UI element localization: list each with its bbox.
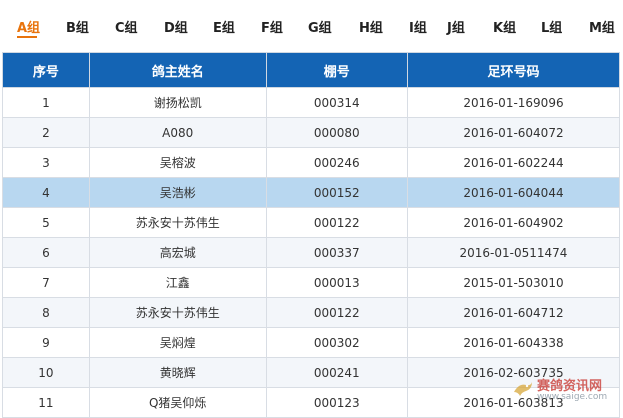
cell-ring-number: 2016-01-604902 xyxy=(406,207,621,238)
cell-ring-number: 2016-01-604044 xyxy=(406,177,621,208)
tab-k[interactable]: K组 xyxy=(493,17,516,36)
cell-index: 10 xyxy=(2,357,90,388)
cell-owner-name: Q猪吴仰烁 xyxy=(88,387,267,418)
cell-index: 4 xyxy=(2,177,90,208)
cell-owner-name: 吴浩彬 xyxy=(88,177,267,208)
cell-owner-name: 高宏城 xyxy=(88,237,267,268)
cell-loft-number: 000152 xyxy=(265,177,408,208)
cell-owner-name: 谢扬松凯 xyxy=(88,87,267,118)
tab-m[interactable]: M组 xyxy=(589,17,615,36)
tab-f[interactable]: F组 xyxy=(261,17,283,36)
tab-e[interactable]: E组 xyxy=(213,17,235,36)
cell-loft-number: 000123 xyxy=(265,387,408,418)
header-ring-number: 足环号码 xyxy=(406,52,621,88)
cell-owner-name: 江鑫 xyxy=(88,267,267,298)
table-row[interactable]: 6 高宏城 000337 2016-01-0511474 xyxy=(2,237,621,268)
cell-loft-number: 000246 xyxy=(265,147,408,178)
cell-loft-number: 000241 xyxy=(265,357,408,388)
cell-index: 8 xyxy=(2,297,90,328)
cell-index: 11 xyxy=(2,387,90,418)
cell-ring-number: 2016-01-603813 xyxy=(406,387,621,418)
cell-ring-number: 2016-01-604338 xyxy=(406,327,621,358)
header-owner-name: 鸽主姓名 xyxy=(88,52,267,88)
cell-owner-name: 苏永安十苏伟生 xyxy=(88,207,267,238)
table-row[interactable]: 1 谢扬松凯 000314 2016-01-169096 xyxy=(2,87,621,118)
table-row[interactable]: 7 江鑫 000013 2015-01-503010 xyxy=(2,267,621,298)
active-tab-underline xyxy=(17,36,37,38)
tab-c[interactable]: C组 xyxy=(115,17,138,36)
tab-g[interactable]: G组 xyxy=(308,17,332,36)
header-index: 序号 xyxy=(2,52,90,88)
cell-loft-number: 000302 xyxy=(265,327,408,358)
cell-loft-number: 000122 xyxy=(265,207,408,238)
cell-owner-name: 苏永安十苏伟生 xyxy=(88,297,267,328)
cell-ring-number: 2016-01-169096 xyxy=(406,87,621,118)
tab-d[interactable]: D组 xyxy=(164,17,188,36)
cell-index: 5 xyxy=(2,207,90,238)
header-loft-number: 棚号 xyxy=(265,52,408,88)
results-table: 序号 鸽主姓名 棚号 足环号码 1 谢扬松凯 000314 2016-01-16… xyxy=(2,52,621,418)
cell-index: 9 xyxy=(2,327,90,358)
table-row[interactable]: 5 苏永安十苏伟生 000122 2016-01-604902 xyxy=(2,207,621,238)
cell-ring-number: 2015-01-503010 xyxy=(406,267,621,298)
cell-loft-number: 000314 xyxy=(265,87,408,118)
cell-owner-name: 吴焖煌 xyxy=(88,327,267,358)
cell-index: 3 xyxy=(2,147,90,178)
cell-index: 1 xyxy=(2,87,90,118)
tab-h[interactable]: H组 xyxy=(359,17,383,36)
table-row[interactable]: 9 吴焖煌 000302 2016-01-604338 xyxy=(2,327,621,358)
cell-loft-number: 000080 xyxy=(265,117,408,148)
tab-a[interactable]: A组 xyxy=(17,17,40,36)
table-row[interactable]: 10 黄晓辉 000241 2016-02-603735 xyxy=(2,357,621,388)
table-row[interactable]: 3 吴榕波 000246 2016-01-602244 xyxy=(2,147,621,178)
group-tabs: A组 B组 C组 D组 E组 F组 G组 H组 I组 J组 K组 L组 M组 xyxy=(0,0,623,50)
cell-loft-number: 000122 xyxy=(265,297,408,328)
cell-owner-name: 黄晓辉 xyxy=(88,357,267,388)
cell-owner-name: A080 xyxy=(88,117,267,148)
cell-ring-number: 2016-01-0511474 xyxy=(406,237,621,268)
cell-ring-number: 2016-02-603735 xyxy=(406,357,621,388)
tab-b[interactable]: B组 xyxy=(66,17,89,36)
cell-ring-number: 2016-01-602244 xyxy=(406,147,621,178)
cell-index: 7 xyxy=(2,267,90,298)
cell-index: 6 xyxy=(2,237,90,268)
cell-ring-number: 2016-01-604072 xyxy=(406,117,621,148)
table-row[interactable]: 11 Q猪吴仰烁 000123 2016-01-603813 xyxy=(2,387,621,418)
table-row[interactable]: 8 苏永安十苏伟生 000122 2016-01-604712 xyxy=(2,297,621,328)
cell-ring-number: 2016-01-604712 xyxy=(406,297,621,328)
tab-j[interactable]: J组 xyxy=(447,17,465,36)
tab-i[interactable]: I组 xyxy=(409,17,427,36)
table-row[interactable]: 2 A080 000080 2016-01-604072 xyxy=(2,117,621,148)
cell-loft-number: 000013 xyxy=(265,267,408,298)
table-row-selected[interactable]: 4 吴浩彬 000152 2016-01-604044 xyxy=(2,177,621,208)
cell-owner-name: 吴榕波 xyxy=(88,147,267,178)
cell-loft-number: 000337 xyxy=(265,237,408,268)
table-header-row: 序号 鸽主姓名 棚号 足环号码 xyxy=(2,52,621,88)
tab-l[interactable]: L组 xyxy=(541,17,562,36)
cell-index: 2 xyxy=(2,117,90,148)
